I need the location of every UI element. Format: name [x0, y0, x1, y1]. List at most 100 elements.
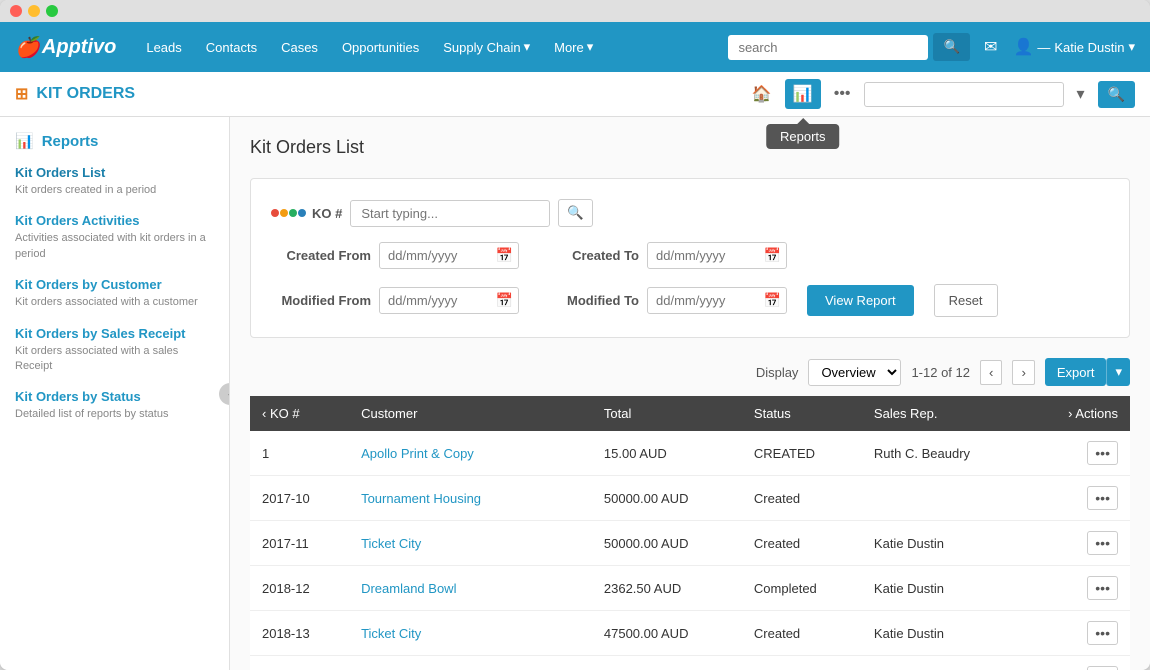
sub-search-input[interactable]: [864, 82, 1064, 107]
col-customer: Customer: [349, 396, 592, 431]
export-button[interactable]: Export: [1045, 358, 1107, 386]
search-button[interactable]: 🔍: [933, 33, 970, 61]
home-icon-button[interactable]: 🏠: [744, 79, 780, 109]
sidebar: 📊 Reports Kit Orders List Kit orders cre…: [0, 117, 230, 670]
cell-actions: •••: [1028, 566, 1130, 611]
filter-row-2: Modified From 📅 Modified To 📅 Vie: [271, 284, 1109, 317]
sidebar-item-desc: Activities associated with kit orders in…: [15, 231, 214, 262]
cell-customer[interactable]: Ticket City: [349, 611, 592, 656]
main-content: Kit Orders List KO # 🔍: [230, 117, 1150, 670]
row-action-button[interactable]: •••: [1087, 441, 1118, 465]
nav-leads[interactable]: Leads: [136, 34, 191, 61]
view-report-button[interactable]: View Report: [807, 285, 914, 316]
row-action-button[interactable]: •••: [1087, 666, 1118, 670]
display-select[interactable]: Overview: [808, 359, 901, 386]
nav-links: Leads Contacts Cases Opportunities Suppl…: [136, 33, 728, 61]
ko-label: KO #: [271, 206, 342, 221]
cell-status: Created: [742, 476, 862, 521]
prev-page-button[interactable]: ‹: [980, 360, 1002, 385]
close-dot[interactable]: [10, 5, 22, 17]
sub-search-dropdown[interactable]: ▾: [1069, 79, 1093, 109]
sidebar-item-name[interactable]: Kit Orders by Status: [15, 389, 214, 404]
sidebar-item-desc: Kit orders associated with a customer: [15, 295, 214, 310]
more-options-button[interactable]: •••: [826, 80, 859, 108]
search-input[interactable]: [728, 35, 928, 60]
nav-cases[interactable]: Cases: [271, 34, 328, 61]
kit-icon: ⊞: [15, 84, 28, 104]
modified-from-wrap: 📅: [379, 287, 519, 314]
sidebar-chart-icon: 📊: [15, 132, 34, 150]
cell-status: CREATED: [742, 431, 862, 476]
created-to-wrap: 📅: [647, 242, 787, 269]
row-action-button[interactable]: •••: [1087, 531, 1118, 555]
nav-more[interactable]: More ▾: [544, 33, 603, 61]
ko-search-button[interactable]: 🔍: [558, 199, 593, 227]
app-window: 🍎 Apptivo Leads Contacts Cases Opportuni…: [0, 0, 1150, 670]
nav-supply-chain[interactable]: Supply Chain ▾: [433, 33, 540, 61]
sidebar-item-name[interactable]: Kit Orders by Sales Receipt: [15, 326, 214, 341]
cell-customer[interactable]: Ticket City: [349, 521, 592, 566]
sidebar-collapse-button[interactable]: ‹: [219, 383, 230, 405]
nav-icons: ✉ 👤: [980, 33, 1037, 61]
cell-sales-rep: Katie Dustin: [862, 611, 1028, 656]
cell-customer[interactable]: Tournament Housing: [349, 476, 592, 521]
modified-from-input[interactable]: [379, 287, 519, 314]
cell-status: Completed: [742, 566, 862, 611]
sidebar-item-kit-orders-by-customer[interactable]: Kit Orders by Customer Kit orders associ…: [15, 277, 214, 310]
cell-sales-rep: [862, 476, 1028, 521]
table-controls: Display Overview 1-12 of 12 ‹ › Export ▾: [250, 358, 1130, 386]
pagination-info: 1-12 of 12: [911, 365, 970, 380]
created-from-input[interactable]: [379, 242, 519, 269]
col-sales-rep: Sales Rep.: [862, 396, 1028, 431]
table-body: 1 Apollo Print & Copy 15.00 AUD CREATED …: [250, 431, 1130, 670]
cell-customer[interactable]: Absolute Nursing Care Inc: [349, 656, 592, 670]
table-row: 2 Absolute Nursing Care Inc 137.70 AUD C…: [250, 656, 1130, 670]
sidebar-item-kit-orders-by-status[interactable]: Kit Orders by Status Detailed list of re…: [15, 389, 214, 422]
export-dropdown-button[interactable]: ▾: [1106, 358, 1130, 386]
minimize-dot[interactable]: [28, 5, 40, 17]
sidebar-item-kit-orders-activities[interactable]: Kit Orders Activities Activities associa…: [15, 213, 214, 262]
sidebar-item-name[interactable]: Kit Orders Activities: [15, 213, 214, 228]
cell-total: 50000.00 AUD: [592, 521, 742, 566]
sidebar-item-desc: Kit orders created in a period: [15, 183, 214, 198]
kit-orders-title: ⊞ KIT ORDERS: [15, 84, 135, 104]
table-row: 2018-13 Ticket City 47500.00 AUD Created…: [250, 611, 1130, 656]
cell-status: Created: [742, 521, 862, 566]
sub-search-button[interactable]: 🔍: [1098, 81, 1135, 108]
cell-sales-rep: Mary: [862, 656, 1028, 670]
cell-total: 2362.50 AUD: [592, 566, 742, 611]
sidebar-item-name[interactable]: Kit Orders List: [15, 165, 214, 180]
modified-to-input[interactable]: [647, 287, 787, 314]
sidebar-item-kit-orders-by-sales-receipt[interactable]: Kit Orders by Sales Receipt Kit orders a…: [15, 326, 214, 375]
row-action-button[interactable]: •••: [1087, 621, 1118, 645]
nav-opportunities[interactable]: Opportunities: [332, 34, 429, 61]
sidebar-item-name[interactable]: Kit Orders by Customer: [15, 277, 214, 292]
kit-orders-label: KIT ORDERS: [36, 85, 135, 103]
user-icon-button[interactable]: 👤: [1009, 33, 1037, 61]
sub-header: ⊞ KIT ORDERS 🏠 📊 Reports ••• ▾ 🔍: [0, 72, 1150, 117]
mail-icon-button[interactable]: ✉: [980, 33, 1001, 61]
cell-customer[interactable]: Apollo Print & Copy: [349, 431, 592, 476]
sidebar-item-desc: Detailed list of reports by status: [15, 407, 214, 422]
nav-contacts[interactable]: Contacts: [196, 34, 267, 61]
col-actions: › Actions: [1028, 396, 1130, 431]
row-action-button[interactable]: •••: [1087, 486, 1118, 510]
cell-ko: 2017-11: [250, 521, 349, 566]
cell-customer[interactable]: Dreamland Bowl: [349, 566, 592, 611]
sub-header-actions: 🏠 📊 Reports ••• ▾ 🔍: [744, 79, 1135, 109]
next-page-button[interactable]: ›: [1012, 360, 1034, 385]
cell-ko: 2017-10: [250, 476, 349, 521]
table-row: 2017-11 Ticket City 50000.00 AUD Created…: [250, 521, 1130, 566]
col-ko: ‹ KO #: [250, 396, 349, 431]
reports-icon-button[interactable]: 📊 Reports: [785, 79, 821, 109]
data-table: ‹ KO # Customer Total Status Sales Rep. …: [250, 396, 1130, 670]
row-action-button[interactable]: •••: [1087, 576, 1118, 600]
user-menu[interactable]: — Katie Dustin ▾: [1037, 39, 1135, 55]
ko-search-input[interactable]: [350, 200, 550, 227]
modified-from-group: Modified From 📅: [271, 287, 519, 314]
maximize-dot[interactable]: [46, 5, 58, 17]
created-to-input[interactable]: [647, 242, 787, 269]
logo[interactable]: 🍎 Apptivo: [15, 35, 116, 60]
sidebar-item-kit-orders-list[interactable]: Kit Orders List Kit orders created in a …: [15, 165, 214, 198]
reset-button[interactable]: Reset: [934, 284, 998, 317]
